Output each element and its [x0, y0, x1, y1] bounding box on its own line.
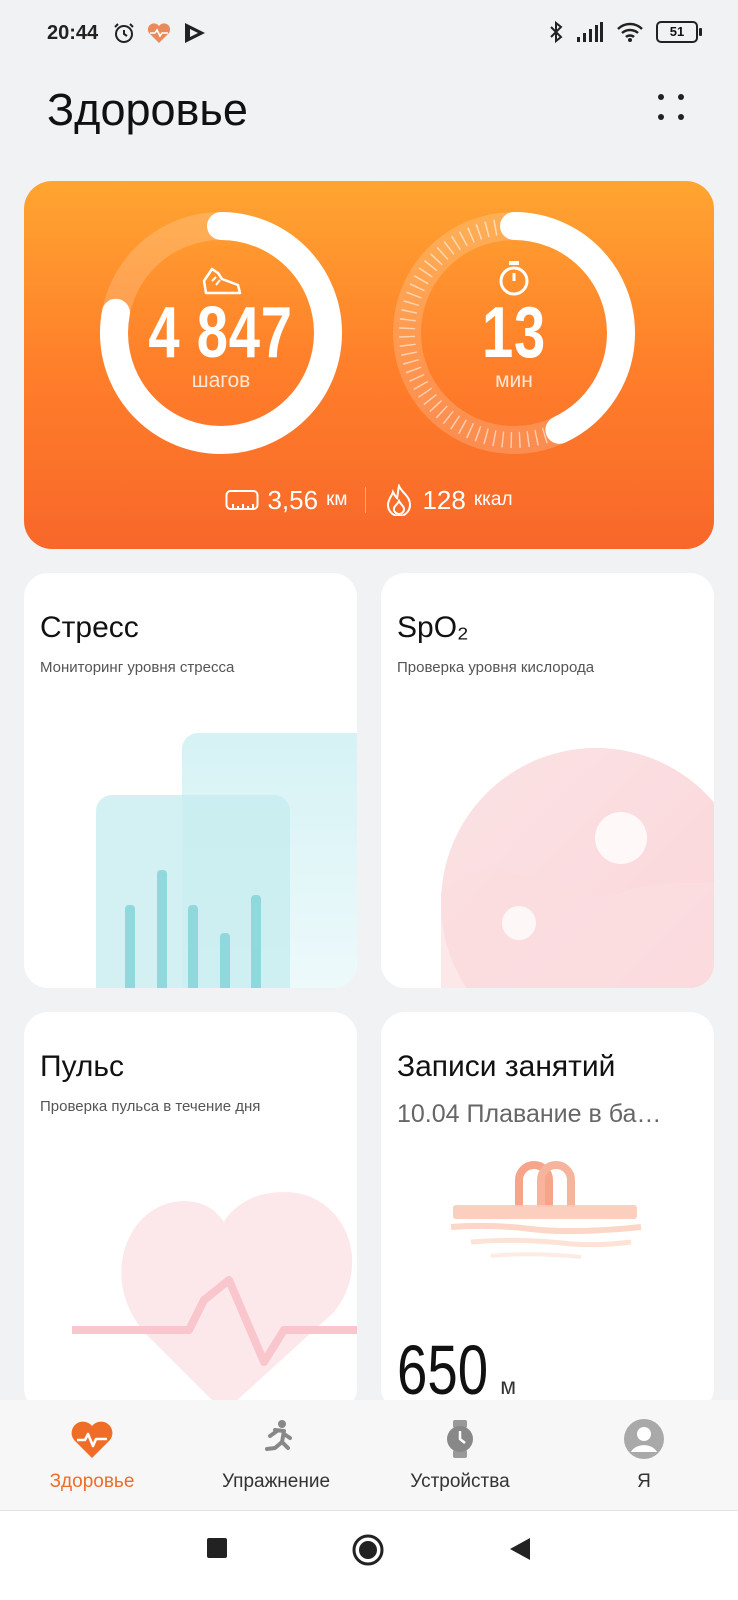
more-dot	[658, 114, 664, 120]
heart-pulse-icon	[71, 1421, 113, 1458]
shoe-icon	[202, 267, 242, 295]
watch-icon	[447, 1420, 473, 1458]
workout-distance-unit: м	[500, 1373, 517, 1399]
nav-item-exercise[interactable]: Упражнение	[184, 1418, 368, 1493]
distance-value: 3,56	[267, 484, 319, 515]
workouts-card[interactable]: Записи занятий 10.04 Плавание в ба… 650 …	[381, 1012, 714, 1412]
workout-distance: 650 м	[397, 1330, 516, 1410]
distance-stat: 3,56 км	[225, 485, 347, 516]
calories-value: 128	[422, 484, 466, 515]
running-icon	[265, 1420, 292, 1451]
more-dot	[678, 94, 684, 100]
status-icons-right: 51	[548, 20, 702, 44]
stat-divider	[365, 487, 367, 513]
flame-icon	[387, 484, 412, 516]
wifi-icon	[617, 22, 643, 42]
more-menu-button[interactable]	[654, 90, 688, 124]
recents-button[interactable]	[205, 1536, 229, 1560]
signal-icon	[577, 22, 603, 42]
steps-display: 4 847 шагов	[116, 297, 326, 393]
back-button[interactable]	[508, 1536, 532, 1562]
play-icon	[185, 23, 205, 43]
minutes-value: 13	[481, 293, 547, 373]
calories-stat: 128 ккал	[384, 484, 513, 516]
status-time: 20:44	[47, 22, 99, 44]
stress-card[interactable]: Стресс Мониторинг уровня стресса	[24, 573, 357, 988]
minutes-display: 13 мин	[409, 297, 619, 393]
spo2-illustration	[441, 748, 714, 988]
status-bar: 20:44 51	[0, 0, 738, 70]
avatar-icon	[624, 1419, 664, 1459]
calories-unit: ккал	[473, 489, 513, 510]
nav-label-devices: Устройства	[410, 1471, 510, 1492]
more-dot	[678, 114, 684, 120]
page-title: Здоровье	[47, 84, 248, 135]
alarm-icon	[114, 23, 134, 43]
stopwatch-icon	[499, 261, 529, 296]
nav-label-exercise: Упражнение	[221, 1471, 331, 1492]
health-heart-icon	[147, 23, 171, 43]
bottom-nav: Здоровье Упражнение Устройства Я	[0, 1400, 738, 1510]
pulse-illustration	[72, 1192, 357, 1412]
ruler-icon	[225, 490, 259, 510]
nav-item-health[interactable]: Здоровье	[0, 1418, 184, 1493]
activity-stats: 3,56 км 128 ккал	[24, 484, 714, 516]
nav-item-devices[interactable]: Устройства	[368, 1418, 552, 1493]
home-button[interactable]	[351, 1533, 385, 1567]
bluetooth-icon	[550, 20, 563, 44]
distance-unit: км	[326, 489, 348, 510]
nav-label-me: Я	[637, 1471, 651, 1492]
activity-card[interactable]: 4 847 шагов 13 мин 3,56 км 128 ккал	[24, 181, 714, 549]
steps-value: 4 847	[148, 293, 294, 373]
more-dots-icon	[658, 94, 664, 100]
nav-item-me[interactable]: Я	[552, 1418, 736, 1493]
stress-illustration	[96, 733, 357, 988]
battery-icon: 51	[656, 21, 702, 43]
nav-label-health: Здоровье	[49, 1471, 135, 1492]
status-icons-left	[112, 20, 208, 46]
system-nav-bar	[0, 1510, 738, 1600]
workout-distance-value: 650	[397, 1331, 489, 1409]
pulse-card[interactable]: Пульс Проверка пульса в течение дня	[24, 1012, 357, 1412]
spo2-card[interactable]: SpO₂ Проверка уровня кислорода	[381, 573, 714, 988]
